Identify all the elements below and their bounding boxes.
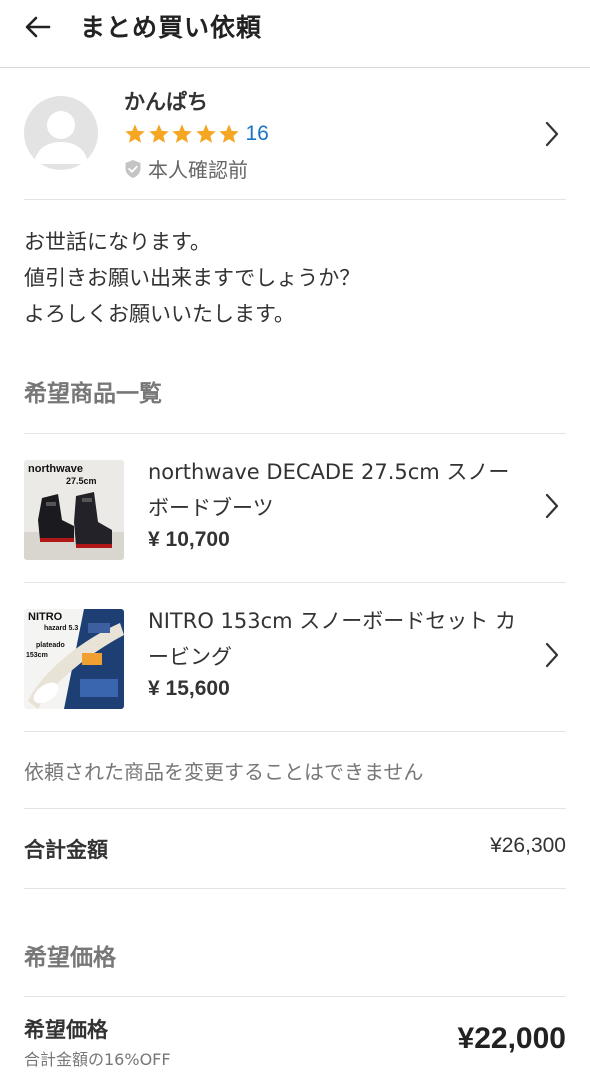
page-title: まとめ買い依頼 xyxy=(80,13,263,42)
user-placeholder-icon xyxy=(34,111,88,164)
divider xyxy=(24,808,566,809)
total-label: 合計金額 xyxy=(24,838,108,862)
desired-price-discount: 合計金額の16%OFF xyxy=(24,1050,171,1069)
desired-price-value: ¥22,000 xyxy=(457,1022,566,1055)
seller-card[interactable]: かんぱち 16 本人確認前 xyxy=(24,80,566,200)
divider xyxy=(24,731,566,732)
star-icon xyxy=(172,124,192,143)
arrow-left-icon xyxy=(25,16,51,38)
item-price: ¥ 10,700 xyxy=(148,528,230,551)
thumb-label: 153cm xyxy=(26,652,48,659)
item-price: ¥ 15,600 xyxy=(148,677,230,700)
message-line: 値引きお願い出来ますでしょうか？ xyxy=(24,266,361,290)
shield-check-icon xyxy=(125,159,141,178)
thumb-label: plateado xyxy=(36,642,65,649)
item-name: NITRO 153cm スノーボードセット カービング xyxy=(148,609,516,669)
rating-stars: 16 xyxy=(124,122,269,146)
divider xyxy=(24,996,566,997)
boots-image: northwave 27.5cm xyxy=(24,460,124,560)
rating-count: 16 xyxy=(245,122,269,145)
thumb-label: hazard 5.3 xyxy=(44,625,78,632)
star-icon xyxy=(219,124,239,143)
star-icon xyxy=(148,124,169,143)
item-thumbnail: NITRO hazard 5.3 plateado 153cm xyxy=(24,609,124,709)
desired-section-title: 希望価格 xyxy=(24,945,116,971)
back-button[interactable] xyxy=(18,10,58,44)
message-line: お世話になります。 xyxy=(24,230,211,254)
list-item[interactable]: northwave 27.5cm northwave DECADE 27.5cm… xyxy=(24,434,566,582)
chevron-right-icon xyxy=(545,493,559,519)
desired-price-label: 希望価格 xyxy=(24,1018,108,1042)
item-thumbnail: northwave 27.5cm xyxy=(24,460,124,560)
thumb-label: 27.5cm xyxy=(66,476,97,486)
seller-name: かんぱち xyxy=(124,90,208,114)
chevron-right-icon xyxy=(545,642,559,668)
chevron-right-icon xyxy=(545,121,559,147)
verification-label: 本人確認前 xyxy=(148,158,248,182)
star-icon xyxy=(195,124,216,143)
verification-status: 本人確認前 xyxy=(124,154,248,183)
list-item[interactable]: NITRO hazard 5.3 plateado 153cm NITRO 15… xyxy=(24,583,566,731)
change-notice: 依頼された商品を変更することはできません xyxy=(24,760,424,784)
snowboard-image: NITRO hazard 5.3 plateado 153cm xyxy=(24,609,124,709)
items-section-title: 希望商品一覧 xyxy=(24,381,162,407)
item-name: northwave DECADE 27.5cm スノーボードブーツ xyxy=(148,460,510,520)
thumb-label: NITRO xyxy=(28,611,63,623)
request-message: お世話になります。 値引きお願い出来ますでしょうか？ よろしくお願いいたします。 xyxy=(24,224,566,332)
app-header: まとめ買い依頼 xyxy=(0,0,590,68)
star-icon xyxy=(125,124,145,143)
thumb-label: northwave xyxy=(28,463,83,475)
divider xyxy=(24,888,566,889)
avatar xyxy=(24,96,98,170)
message-line: よろしくお願いいたします。 xyxy=(24,302,295,326)
total-value: ¥26,300 xyxy=(490,834,566,857)
